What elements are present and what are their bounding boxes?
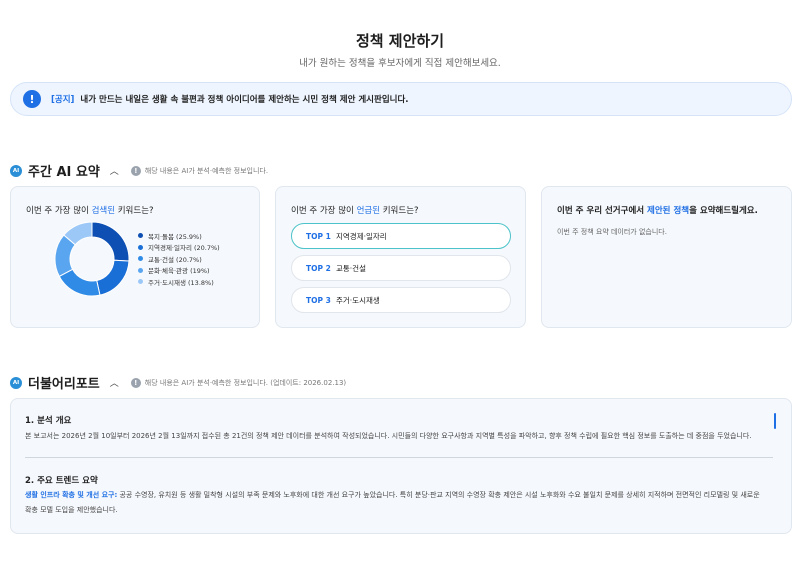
- report-section-heading: 2. 주요 트렌드 요약: [25, 476, 98, 486]
- chevron-up-icon[interactable]: ︿: [110, 376, 119, 389]
- legend-dot: [138, 256, 143, 262]
- legend-label: 주거·도시재생 (13.8%): [148, 278, 214, 287]
- report-header: AI 더불어리포트 ︿ ! 해당 내용은 AI가 분석·예측한 정보입니다. (…: [10, 373, 346, 392]
- weekly-summary-header: AI 주간 AI 요약 ︿ ! 해당 내용은 AI가 분석·예측한 정보입니다.: [10, 161, 268, 180]
- empty-state-text: 이번 주 정책 요약 데이터가 없습니다.: [557, 228, 667, 236]
- legend-label: 지역경제·일자리 (20.7%): [148, 244, 220, 253]
- proposed-policy-card: 이번 주 우리 선거구에서 제안된 정책을 요약해드릴게요. 이번 주 정책 요…: [541, 186, 792, 328]
- page-subtitle: 내가 원하는 정책을 후보자에게 직접 제안해보세요.: [299, 58, 501, 69]
- report-section-body: 본 보고서는 2026년 2월 10일부터 2026년 2월 13일까지 접수된…: [25, 432, 752, 440]
- report-info-text: 해당 내용은 AI가 분석·예측한 정보입니다. (업데이트: 2026.02.…: [144, 378, 347, 387]
- legend-dot: [138, 279, 143, 285]
- chevron-up-icon[interactable]: ︿: [110, 164, 119, 177]
- card-title-part: 을 요약해드릴게요.: [689, 206, 758, 216]
- card-title-part: 이번 주 가장 많이: [26, 206, 92, 216]
- report-section-heading: 1. 분석 개요: [25, 416, 72, 426]
- donut-legend: 복지·돌봄 (25.9%) 지역경제·일자리 (20.7%) 교통·건설 (20.7…: [138, 230, 220, 288]
- card-title-highlight: 제안된 정책: [647, 206, 690, 216]
- card-title-highlight: 언급된: [356, 206, 381, 216]
- legend-item: 교통·건설 (20.7%): [138, 253, 220, 265]
- legend-label: 교통·건설 (20.7%): [148, 255, 202, 264]
- keyword-rank: TOP 3: [306, 295, 331, 305]
- keyword-rank: TOP 2: [306, 263, 331, 273]
- notice-tag: [공지]: [51, 95, 75, 105]
- weekly-info-text: 해당 내용은 AI가 분석·예측한 정보입니다.: [144, 166, 269, 175]
- searched-keywords-card: 이번 주 가장 많이 검색된 키워드는? 복지·돌봄 (25.9%) 지역경제·일…: [10, 186, 260, 328]
- legend-item: 복지·돌봄 (25.9%): [138, 230, 220, 242]
- scrollbar-thumb[interactable]: [774, 413, 776, 429]
- keyword-top1[interactable]: TOP 1 지역경제·일자리: [291, 223, 511, 249]
- notice-text: 내가 만드는 내일은 생활 속 불편과 정책 아이디어를 제안하는 시민 정책 …: [80, 95, 409, 105]
- report-body-label: 생활 인프라 확충 및 개선 요구:: [25, 491, 118, 499]
- legend-dot: [138, 267, 143, 273]
- legend-label: 복지·돌봄 (25.9%): [148, 232, 202, 241]
- proposed-card-title: 이번 주 우리 선거구에서 제안된 정책을 요약해드릴게요.: [557, 204, 758, 216]
- donut-slice-2: [96, 259, 130, 296]
- report-section-body: 생활 인프라 확충 및 개선 요구: 공공 수영장, 유치원 등 생활 밀착형 …: [25, 488, 761, 518]
- mentioned-keywords-card: 이번 주 가장 많이 언급된 키워드는? TOP 1 지역경제·일자리 TOP …: [275, 186, 526, 328]
- report-body-text: 공공 수영장, 유치원 등 생활 밀착형 시설의 부족 문제와 노후화에 대한 …: [25, 491, 760, 514]
- card-title-part: 키워드는?: [115, 206, 154, 216]
- keyword-top3[interactable]: TOP 3 주거·도시재생: [291, 287, 511, 313]
- keyword-label: 지역경제·일자리: [336, 231, 387, 241]
- searched-card-title: 이번 주 가장 많이 검색된 키워드는?: [26, 204, 154, 216]
- card-title-highlight: 검색된: [91, 206, 116, 216]
- report-divider: [25, 457, 773, 458]
- info-icon: !: [130, 165, 141, 176]
- report-title: 더불어리포트: [28, 377, 100, 392]
- legend-dot: [138, 244, 143, 250]
- report-panel[interactable]: 1. 분석 개요 본 보고서는 2026년 2월 10일부터 2026년 2월 …: [10, 398, 792, 534]
- exclamation-icon: !: [23, 90, 41, 108]
- keyword-label: 교통·건설: [336, 263, 366, 273]
- legend-item: 지역경제·일자리 (20.7%): [138, 242, 220, 254]
- weekly-summary-title: 주간 AI 요약: [28, 165, 100, 180]
- keyword-rank: TOP 1: [306, 231, 331, 241]
- legend-item: 주거·도시재생 (13.8%): [138, 276, 220, 288]
- donut-slice-1: [91, 221, 130, 262]
- keyword-top2[interactable]: TOP 2 교통·건설: [291, 255, 511, 281]
- keyword-label: 주거·도시재생: [336, 295, 380, 305]
- info-icon: !: [130, 377, 141, 388]
- legend-dot: [138, 233, 143, 239]
- legend-label: 문화·체육·관광 (19%): [148, 267, 210, 276]
- legend-item: 문화·체육·관광 (19%): [138, 265, 220, 277]
- card-title-part: 키워드는?: [380, 206, 419, 216]
- card-title-part: 이번 주 우리 선거구에서: [557, 206, 648, 216]
- ai-badge-icon: AI: [10, 164, 22, 177]
- notice-banner: ! [공지] 내가 만드는 내일은 생활 속 불편과 정책 아이디어를 제안하는…: [10, 82, 792, 116]
- ai-badge-icon: AI: [10, 376, 22, 389]
- card-title-part: 이번 주 가장 많이: [291, 206, 357, 216]
- mentioned-card-title: 이번 주 가장 많이 언급된 키워드는?: [291, 204, 419, 216]
- page-title: 정책 제안하기: [355, 32, 445, 50]
- keyword-donut-chart: [54, 221, 130, 297]
